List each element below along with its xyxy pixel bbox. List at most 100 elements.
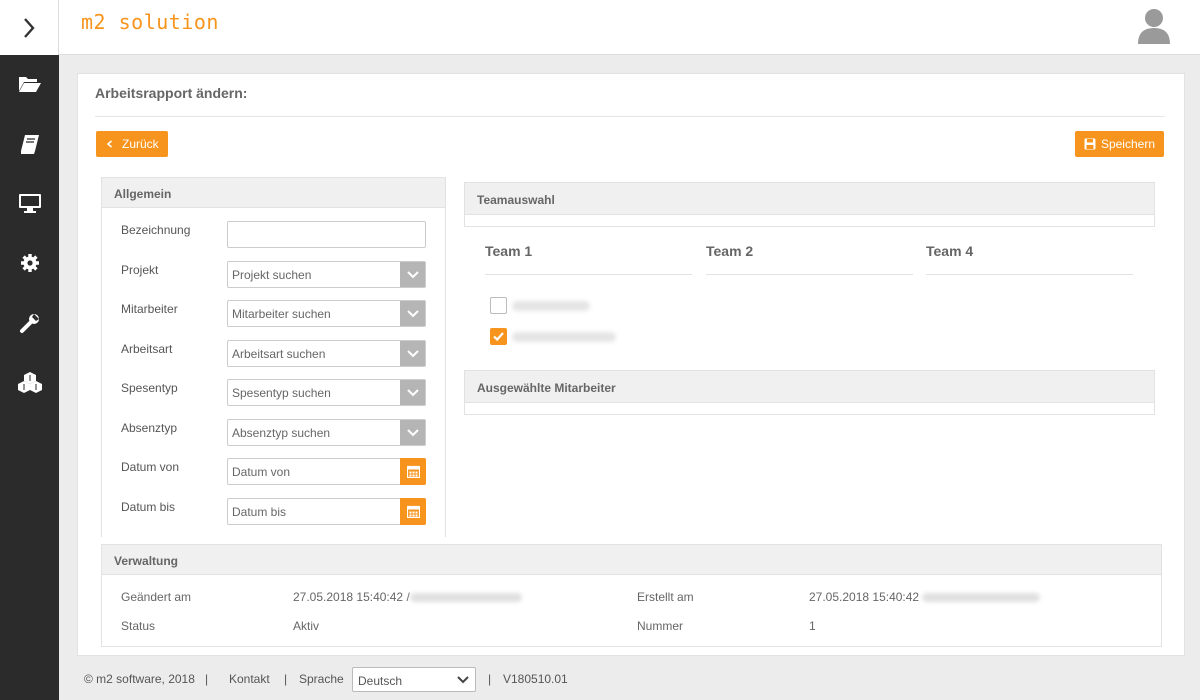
projekt-label: Projekt [121, 263, 159, 277]
calendar-icon [406, 505, 420, 518]
app-logo[interactable]: m2 solution [81, 10, 219, 34]
arbeitsart-label: Arbeitsart [121, 342, 173, 356]
mitarbeiter-dropdown-toggle[interactable] [400, 301, 425, 326]
top-header: m2 solution [59, 0, 1200, 55]
calendar-icon [406, 465, 420, 478]
teamauswahl-card: Teamauswahl [464, 182, 1155, 227]
tab-team-1-underline [485, 274, 692, 275]
datum-von-label: Datum von [121, 460, 180, 474]
sidebar-toggle-button[interactable] [0, 0, 59, 55]
status-label: Status [121, 619, 156, 633]
teamauswahl-card-title: Teamauswahl [465, 183, 1154, 215]
chevron-right-icon [24, 17, 35, 38]
sidebar [0, 0, 59, 700]
member-name-redacted [512, 332, 616, 342]
footer-sprache-label: Sprache [299, 672, 344, 686]
ausgewaehlte-mitarbeiter-card: Ausgewählte Mitarbeiter [464, 370, 1155, 415]
datum-bis-calendar-button[interactable] [400, 498, 426, 525]
sidebar-item-settings[interactable] [0, 243, 59, 283]
language-select[interactable]: Deutsch [352, 667, 476, 692]
back-button[interactable]: Zurück [96, 131, 168, 157]
spesentyp-dropdown-toggle[interactable] [400, 380, 425, 405]
member-checkbox[interactable] [490, 297, 507, 314]
sidebar-item-modules[interactable] [0, 362, 59, 402]
arbeitsart-placeholder: Arbeitsart suchen [232, 347, 326, 361]
erstellt-label: Erstellt am [637, 590, 694, 604]
checkmark-icon [493, 332, 504, 342]
page-title: Arbeitsrapport ändern: [95, 85, 248, 101]
chevron-left-icon [106, 140, 113, 148]
tab-team-2[interactable]: Team 2 [706, 243, 753, 259]
arbeitsart-dropdown-toggle[interactable] [400, 341, 425, 366]
arbeitsart-select[interactable]: Arbeitsart suchen [227, 340, 426, 367]
member-checkbox-checked[interactable] [490, 328, 507, 345]
geaendert-value: 27.05.2018 15:40:42 / [293, 590, 410, 604]
footer-copyright: © m2 software, 2018 [84, 672, 195, 686]
tab-team-4[interactable]: Team 4 [926, 243, 973, 259]
save-button[interactable]: Speichern [1075, 131, 1164, 157]
geaendert-label: Geändert am [121, 590, 192, 604]
title-divider [95, 116, 1165, 117]
tab-team-1[interactable]: Team 1 [485, 243, 532, 259]
chevron-down-icon [406, 388, 419, 396]
user-avatar-icon [1138, 9, 1170, 44]
nummer-value: 1 [809, 619, 816, 633]
folder-open-icon [18, 77, 41, 92]
chevron-down-icon [457, 676, 469, 684]
datum-bis-input[interactable]: Datum bis [227, 498, 426, 525]
footer-version: V180510.01 [503, 672, 568, 686]
tab-team-4-underline [926, 274, 1133, 275]
footer-separator: | [205, 672, 209, 686]
monitor-icon [18, 194, 41, 213]
absenztyp-dropdown-toggle[interactable] [400, 420, 425, 445]
chevron-down-icon [406, 309, 419, 317]
datum-von-input[interactable]: Datum von [227, 458, 426, 485]
member-name-redacted [512, 301, 590, 311]
sidebar-item-monitor[interactable] [0, 183, 59, 223]
sidebar-item-folders[interactable] [0, 64, 59, 104]
verwaltung-card: Verwaltung Geändert am 27.05.2018 15:40:… [101, 544, 1162, 647]
chevron-down-icon [406, 349, 419, 357]
team-member-item[interactable] [490, 297, 650, 315]
footer-separator: | [488, 672, 492, 686]
cubes-icon [17, 372, 42, 393]
allgemein-card: Allgemein Bezeichnung Projekt Projekt su… [101, 177, 446, 537]
projekt-dropdown-toggle[interactable] [400, 262, 425, 287]
projekt-placeholder: Projekt suchen [232, 268, 312, 282]
datum-bis-label: Datum bis [121, 500, 176, 514]
absenztyp-select[interactable]: Absenztyp suchen [227, 419, 426, 446]
footer-kontakt-link[interactable]: Kontakt [229, 672, 270, 686]
spesentyp-placeholder: Spesentyp suchen [232, 386, 331, 400]
mitarbeiter-label: Mitarbeiter [121, 302, 178, 316]
floppy-disk-icon [1084, 138, 1096, 150]
spesentyp-label: Spesentyp [121, 381, 178, 395]
sidebar-item-book[interactable] [0, 124, 59, 164]
footer-separator: | [284, 672, 288, 686]
absenztyp-placeholder: Absenztyp suchen [232, 426, 331, 440]
wrench-icon [19, 314, 39, 333]
mitarbeiter-select[interactable]: Mitarbeiter suchen [227, 300, 426, 327]
datum-von-calendar-button[interactable] [400, 458, 426, 485]
gear-icon [20, 254, 39, 272]
bezeichnung-input[interactable] [227, 221, 426, 248]
geaendert-user-redacted [410, 593, 522, 602]
team-member-item[interactable] [490, 328, 650, 346]
user-avatar[interactable] [1136, 6, 1172, 44]
spesentyp-select[interactable]: Spesentyp suchen [227, 379, 426, 406]
allgemein-card-title: Allgemein [102, 178, 445, 208]
sidebar-item-tools[interactable] [0, 303, 59, 343]
projekt-select[interactable]: Projekt suchen [227, 261, 426, 288]
erstellt-user-redacted [922, 593, 1040, 602]
nummer-label: Nummer [637, 619, 684, 633]
bezeichnung-label: Bezeichnung [121, 223, 191, 237]
verwaltung-card-title: Verwaltung [102, 545, 1161, 575]
back-button-label: Zurück [122, 137, 159, 151]
status-value: Aktiv [293, 619, 320, 633]
save-button-label: Speichern [1100, 137, 1155, 151]
tab-team-2-underline [706, 274, 913, 275]
language-select-value: Deutsch [358, 674, 403, 688]
datum-bis-placeholder: Datum bis [232, 505, 287, 519]
absenztyp-label: Absenztyp [121, 421, 178, 435]
book-icon [20, 135, 39, 154]
erstellt-value: 27.05.2018 15:40:42 [809, 590, 920, 604]
